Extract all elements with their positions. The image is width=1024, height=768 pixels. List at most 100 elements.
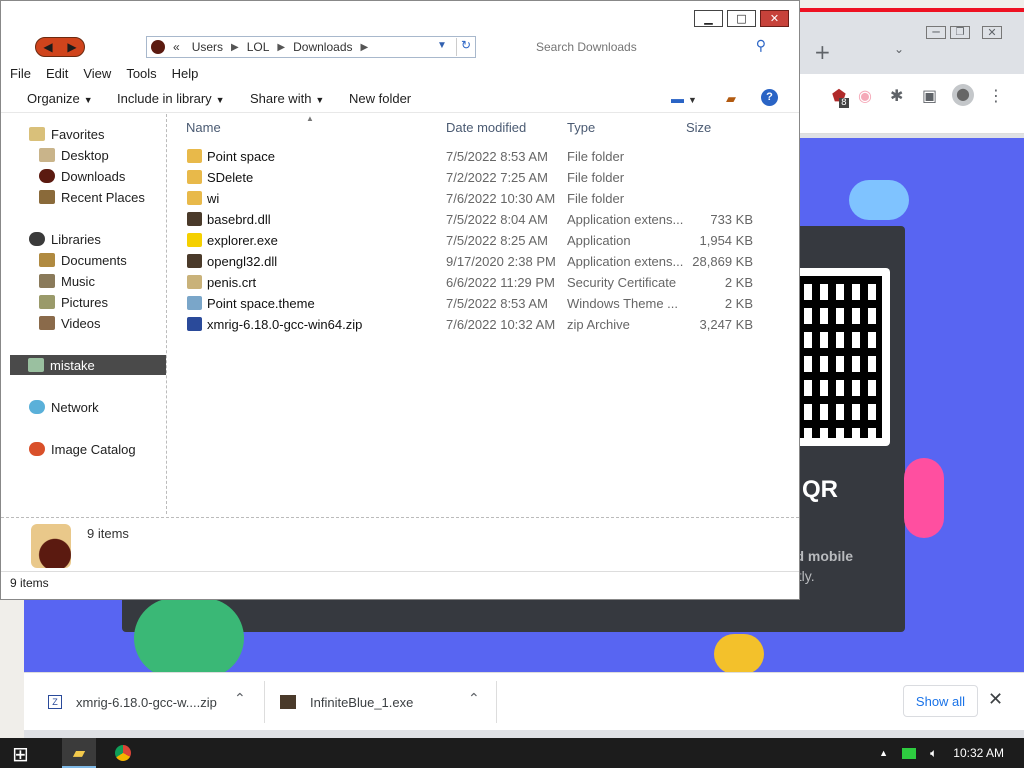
nav-network[interactable]: Network	[29, 397, 99, 417]
file-row[interactable]: SDelete 7/2/2022 7:25 AM File folder	[176, 167, 776, 188]
refresh-icon[interactable]: ↻	[456, 38, 475, 56]
new-folder-button[interactable]: New folder	[349, 91, 411, 106]
maximize-button[interactable]: □	[727, 10, 756, 27]
zip-icon	[187, 317, 202, 331]
file-row[interactable]: penis.crt 6/6/2022 11:29 PM Security Certi…	[176, 272, 776, 293]
view-options-icon[interactable]: ▬ ▼	[671, 91, 697, 106]
nav-music[interactable]: Music	[39, 271, 95, 291]
nav-downloads[interactable]: Downloads	[39, 166, 125, 186]
file-name: Point space	[207, 149, 275, 164]
clock[interactable]: 10:32 AM	[953, 746, 1004, 760]
homegroup-icon	[28, 358, 44, 372]
file-size: 28,869 KB	[692, 254, 753, 269]
menu-edit[interactable]: Edit	[46, 63, 68, 85]
file-name: wi	[207, 191, 220, 206]
search-input[interactable]	[536, 40, 746, 54]
include-in-library-button[interactable]: Include in library ▼	[117, 91, 225, 106]
menu-tools[interactable]: Tools	[126, 63, 156, 85]
start-button[interactable]: ⊞	[12, 742, 29, 766]
folder-icon	[187, 170, 202, 184]
desktop-icon	[39, 148, 55, 162]
network-status-icon[interactable]	[902, 747, 917, 759]
nav-favorites[interactable]: Favorites	[29, 124, 104, 144]
help-icon[interactable]: ?	[761, 89, 778, 106]
column-size[interactable]: Size	[686, 120, 711, 135]
chevron-up-icon[interactable]: ⌃	[468, 691, 480, 707]
menu-help[interactable]: Help	[172, 63, 199, 85]
menu-file[interactable]: File	[10, 63, 31, 85]
title-bar: ▁ □ ✕	[1, 1, 799, 33]
breadcrumb-lol[interactable]: LOL	[247, 40, 270, 54]
column-date-modified[interactable]: Date modified	[446, 120, 526, 135]
preview-pane-icon[interactable]: ▰	[726, 91, 736, 107]
file-row[interactable]: explorer.exe 7/5/2022 8:25 AM Application 1…	[176, 230, 776, 251]
browser-menu-icon[interactable]: ⋮	[988, 86, 1004, 105]
libraries-icon	[29, 232, 45, 246]
chevron-right-icon[interactable]: ▶	[231, 42, 239, 53]
address-dropdown-icon[interactable]: ▼	[437, 40, 447, 51]
chevron-right-icon[interactable]: ▶	[277, 42, 285, 53]
navigation-pane: Favorites Desktop Downloads Recent Place…	[1, 114, 167, 514]
details-item-count: 9 items	[87, 526, 129, 541]
tab-search-icon[interactable]: ⌄	[894, 42, 904, 56]
file-list: Name ▲ Date modified Type Size Point spa…	[176, 114, 796, 514]
downloads-folder-icon	[31, 524, 71, 568]
file-row[interactable]: Point space.theme 7/5/2022 8:53 AM Windows…	[176, 293, 776, 314]
command-bar: Organize ▼ Include in library ▼ Share with…	[1, 85, 799, 113]
minimize-button[interactable]: ▁	[694, 10, 723, 27]
file-row[interactable]: Point space 7/5/2022 8:53 AM File folder	[176, 146, 776, 167]
tray-expand-icon[interactable]: ▲	[879, 748, 888, 758]
close-icon[interactable]: ✕	[988, 689, 1003, 710]
close-button[interactable]: ✕	[760, 10, 789, 27]
volume-icon[interactable]: 🔈︎	[930, 746, 937, 761]
divider	[496, 681, 497, 723]
nav-videos[interactable]: Videos	[39, 313, 101, 333]
exe-file-icon	[280, 695, 296, 709]
music-icon	[39, 274, 55, 288]
taskbar-chrome-button[interactable]	[108, 741, 138, 765]
image-catalog-icon	[29, 442, 45, 456]
file-size: 2 KB	[724, 275, 753, 290]
browser-minimize-icon[interactable]: ─	[926, 26, 946, 39]
new-tab-button[interactable]: +	[814, 40, 831, 64]
file-type: Application	[567, 233, 631, 248]
nav-image-catalog[interactable]: Image Catalog	[29, 439, 136, 459]
download-item[interactable]: InfiniteBlue_1.exe	[280, 685, 413, 719]
file-row[interactable]: opengl32.dll 9/17/2020 2:38 PM Application…	[176, 251, 776, 272]
nav-recent-places[interactable]: Recent Places	[39, 187, 145, 207]
taskbar-explorer-button[interactable]: ▰	[62, 738, 96, 768]
file-row[interactable]: xmrig-6.18.0-gcc-win64.zip 7/6/2022 10:32…	[176, 314, 776, 335]
nav-desktop[interactable]: Desktop	[39, 145, 109, 165]
navigation-row: ◀ ▶ « Users ▶ LOL ▶ Downloads ▶ ▼ ↻ ⚲	[1, 33, 799, 63]
search-icon[interactable]: ⚲	[756, 38, 766, 54]
file-row[interactable]: wi 7/6/2022 10:30 AM File folder	[176, 188, 776, 209]
browser-restore-icon[interactable]: ❐	[950, 26, 970, 39]
back-button[interactable]: ◀	[43, 40, 52, 54]
breadcrumb-overflow[interactable]: «	[173, 40, 180, 54]
column-type[interactable]: Type	[567, 120, 595, 135]
nav-pictures[interactable]: Pictures	[39, 292, 108, 312]
address-bar[interactable]: « Users ▶ LOL ▶ Downloads ▶ ▼ ↻	[146, 36, 476, 58]
file-row[interactable]: basebrd.dll 7/5/2022 8:04 AM Application e…	[176, 209, 776, 230]
download-item[interactable]: Z xmrig-6.18.0-gcc-w....zip	[48, 685, 217, 719]
profile-avatar-icon[interactable]: ●	[952, 84, 974, 106]
organize-button[interactable]: Organize ▼	[27, 91, 93, 106]
nav-libraries[interactable]: Libraries	[29, 229, 101, 249]
file-date-modified: 7/6/2022 10:30 AM	[446, 191, 556, 206]
chevron-up-icon[interactable]: ⌃	[234, 691, 246, 707]
pink-blob-decoration	[904, 458, 944, 538]
side-panel-icon[interactable]: ▣	[922, 86, 937, 105]
chevron-right-icon[interactable]: ▶	[361, 42, 369, 53]
menu-view[interactable]: View	[83, 63, 111, 85]
share-with-button[interactable]: Share with ▼	[250, 91, 324, 106]
extensions-puzzle-icon[interactable]: ✱	[890, 86, 903, 105]
nav-documents[interactable]: Documents	[39, 250, 127, 270]
column-name[interactable]: Name	[186, 120, 221, 135]
breadcrumb-downloads[interactable]: Downloads	[293, 40, 352, 54]
breadcrumb-users[interactable]: Users	[192, 40, 223, 54]
forward-button[interactable]: ▶	[67, 40, 76, 54]
browser-close-icon[interactable]: ✕	[982, 26, 1002, 39]
show-all-button[interactable]: Show all	[903, 685, 978, 717]
extension-flag-icon[interactable]: ◉	[858, 86, 872, 105]
nav-mistake[interactable]: mistake	[10, 355, 166, 375]
